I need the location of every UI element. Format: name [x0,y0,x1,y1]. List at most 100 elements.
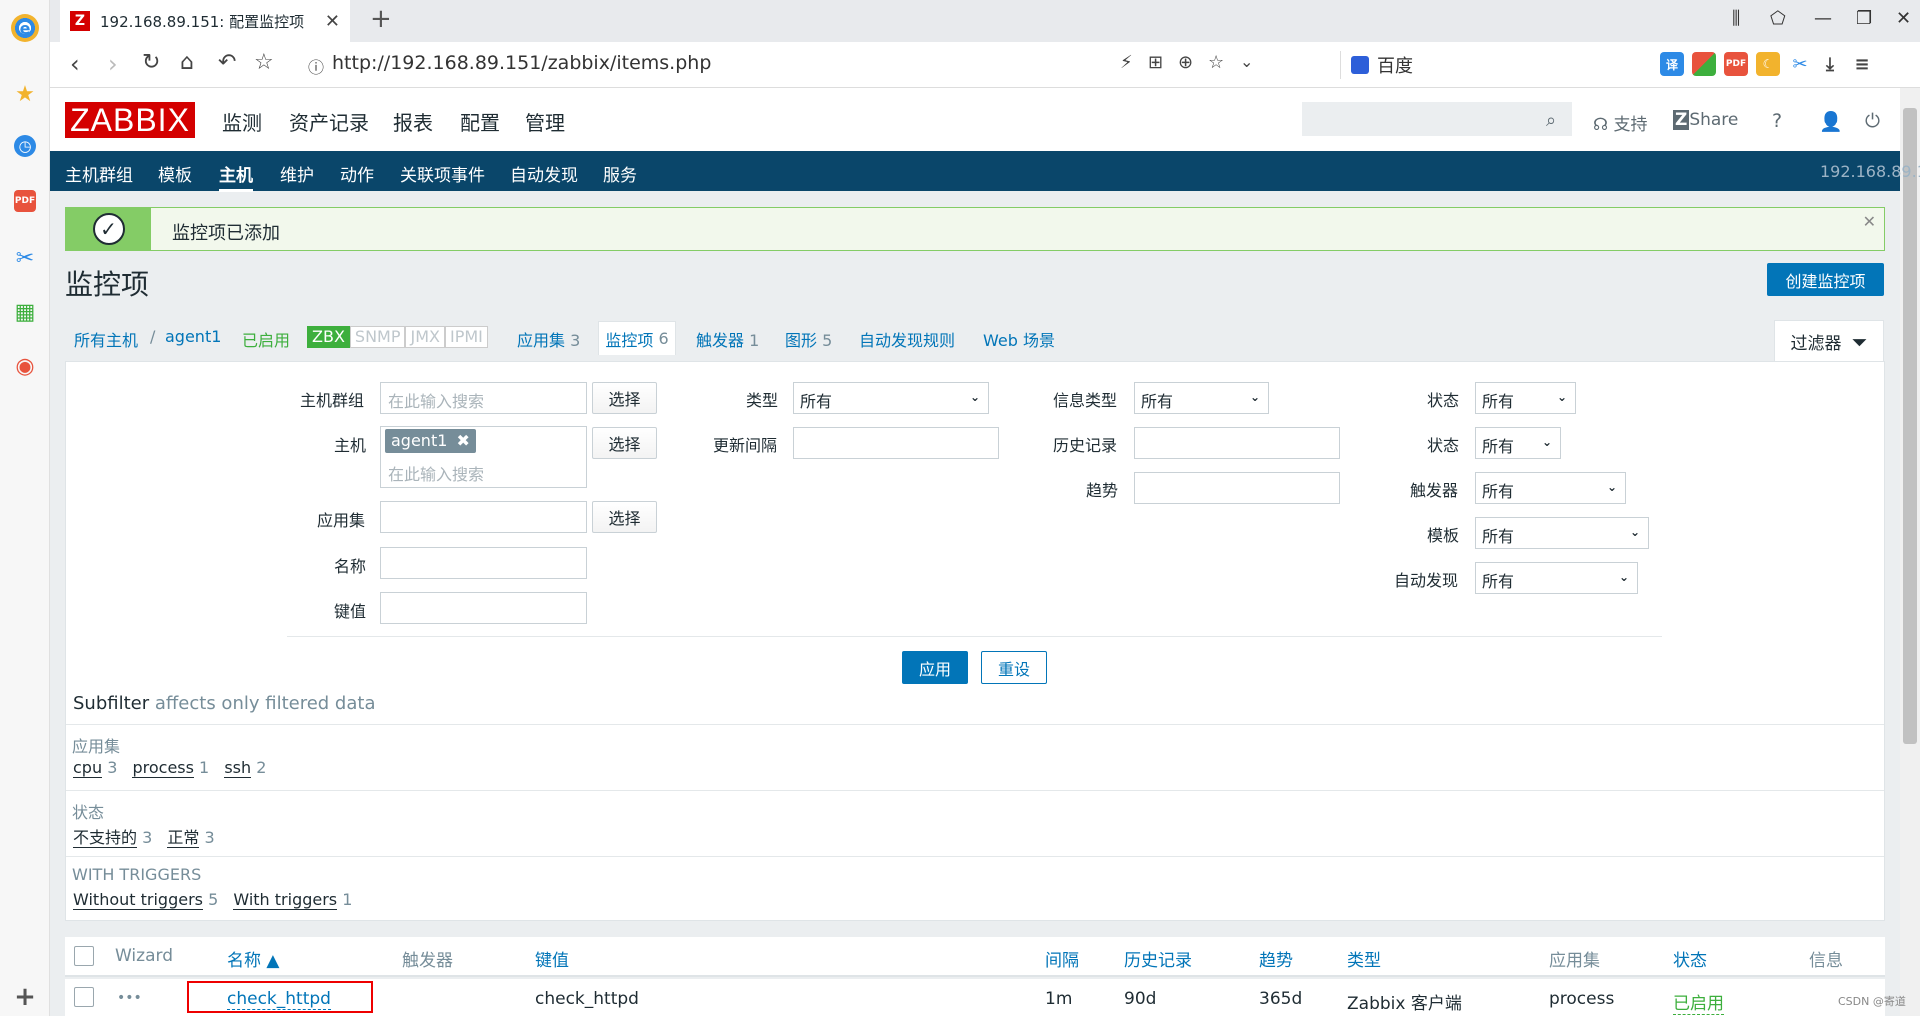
favorites-star-icon[interactable]: ★ [11,80,39,108]
skin-icon[interactable]: ⬠ [1770,8,1786,29]
filter-info-type-select[interactable]: 所有 ⌄ [1134,382,1269,414]
filter-interval-input[interactable] [793,427,999,459]
scissors-icon[interactable]: ✂ [1788,52,1812,76]
tools-icon[interactable]: ✂ [11,244,39,272]
header-history[interactable]: 历史记录 [1124,946,1192,971]
scrollbar-thumb[interactable] [1903,108,1917,744]
reading-mode-icon[interactable]: ⫼ [1732,8,1740,29]
browser-tab[interactable]: Z 192.168.89.151: 配置监控项 ✕ [60,0,350,42]
filter-application-select-button[interactable]: 选择 [592,501,657,533]
breadcrumb-all-hosts[interactable]: 所有主机 [74,327,138,351]
subnav-maintenance[interactable]: 维护 [280,161,314,186]
filter-history-input[interactable] [1134,427,1340,459]
subfilter-with-triggers[interactable]: With triggers [233,890,338,910]
browser-logo-icon[interactable]: e [11,14,39,42]
support-link[interactable]: ☊ 支持 [1593,110,1648,135]
menu-configuration[interactable]: 配置 [460,107,500,136]
forward-icon[interactable]: › [108,50,118,78]
history-clock-icon[interactable]: ◷ [14,135,36,157]
close-tab-icon[interactable]: ✕ [325,11,340,32]
header-status[interactable]: 状态 [1673,946,1707,971]
close-message-icon[interactable]: ✕ [1863,212,1876,231]
translate-icon[interactable]: 译 [1660,52,1684,76]
filter-discovery-select[interactable]: 所有 ⌄ [1475,562,1638,594]
night-mode-icon[interactable]: ☾ [1756,52,1780,76]
subnav-event-correlation[interactable]: 关联项事件 [400,161,485,186]
subnav-services[interactable]: 服务 [603,161,637,186]
lightning-icon[interactable]: ⚡ [1120,52,1133,73]
host-nav-discovery-rules[interactable]: 自动发现规则 [859,327,955,351]
zoom-icon[interactable]: ⊕ [1178,52,1193,73]
filter-trends-input[interactable] [1134,472,1340,504]
host-status-enabled[interactable]: 已启用 [242,327,290,351]
remove-tag-icon[interactable]: ✖ [457,431,470,450]
host-nav-applications[interactable]: 应用集 3 [517,327,580,351]
header-key[interactable]: 键值 [535,946,569,971]
minimize-icon[interactable]: — [1814,8,1832,29]
add-icon[interactable]: + [11,982,39,1012]
subnav-templates[interactable]: 模板 [158,161,192,186]
menu-reports[interactable]: 报表 [393,107,433,136]
pdf-tool-icon[interactable]: PDF [1724,52,1748,76]
subnav-hosts[interactable]: 主机 [219,161,253,192]
filter-application-input[interactable] [380,501,587,533]
search-icon[interactable]: ⌕ [1546,110,1556,131]
menu-monitoring[interactable]: 监测 [222,107,262,136]
pdf-icon[interactable]: PDF [14,190,36,212]
header-type[interactable]: 类型 [1347,946,1381,971]
download-icon[interactable]: ⤓ [1818,52,1842,76]
row-wizard-menu[interactable]: ••• [117,990,142,1006]
qrcode-icon[interactable]: ⊞ [1148,52,1163,73]
row-name-link[interactable]: check_httpd [227,989,331,1010]
home-icon[interactable]: ⌂ [180,50,194,75]
subfilter-app-cpu[interactable]: cpu [73,758,103,778]
breadcrumb-host[interactable]: agent1 [165,327,221,346]
subfilter-app-ssh[interactable]: ssh [224,758,252,778]
subfilter-state-unsupported[interactable]: 不支持的 [73,828,138,848]
menu-icon[interactable]: ≡ [1850,52,1874,76]
user-profile-icon[interactable]: 👤 [1819,110,1843,133]
back-icon[interactable]: ‹ [70,50,80,78]
filter-template-select[interactable]: 所有 ⌄ [1475,517,1649,549]
bookmark-star-icon[interactable]: ☆ [254,50,274,75]
zabbix-logo[interactable]: ZABBIX [65,102,195,138]
help-icon[interactable]: ? [1772,110,1782,132]
apps-grid-icon[interactable]: ▦ [11,298,39,326]
reload-icon[interactable]: ↻ [142,50,160,75]
undo-icon[interactable]: ↶ [218,50,236,75]
subfilter-without-triggers[interactable]: Without triggers [73,890,203,910]
filter-host-group-select-button[interactable]: 选择 [592,382,657,414]
header-name[interactable]: 名称 ▲ [227,946,279,971]
dropdown-chevron-icon[interactable]: ⌄ [1240,52,1253,71]
reset-button[interactable]: 重设 [981,651,1047,684]
header-trends[interactable]: 趋势 [1259,946,1293,971]
filter-name-input[interactable] [380,547,587,579]
menu-administration[interactable]: 管理 [525,107,565,136]
filter-type-select[interactable]: 所有 ⌄ [793,382,989,414]
host-nav-web-scenarios[interactable]: Web 场景 [983,327,1055,351]
host-nav-graphs[interactable]: 图形 5 [785,327,832,351]
weibo-icon[interactable]: ◉ [11,352,39,380]
filter-key-input[interactable] [380,592,587,624]
filter-status-select[interactable]: 所有 ⌄ [1475,427,1561,459]
row-status[interactable]: 已启用 [1673,989,1724,1015]
host-nav-triggers[interactable]: 触发器 1 [696,327,759,351]
menu-inventory[interactable]: 资产记录 [289,107,369,136]
url-input[interactable]: http://192.168.89.151/zabbix/items.php [332,52,711,74]
row-checkbox[interactable] [74,987,94,1007]
host-nav-items[interactable]: 监控项 6 [598,321,676,355]
global-search-input[interactable] [1302,102,1572,136]
subnav-discovery[interactable]: 自动发现 [510,161,578,186]
subnav-actions[interactable]: 动作 [340,161,374,186]
close-window-icon[interactable]: ✕ [1896,8,1911,29]
filter-triggers-select[interactable]: 所有 ⌄ [1475,472,1626,504]
new-tab-icon[interactable]: + [370,4,392,34]
apps-icon[interactable] [1692,52,1716,76]
apply-button[interactable]: 应用 [902,651,968,684]
site-info-icon[interactable]: ⓘ [308,54,324,78]
header-interval[interactable]: 间隔 [1045,946,1079,971]
subnav-host-groups[interactable]: 主机群组 [65,161,133,186]
logout-icon[interactable]: ⏻ [1865,110,1880,132]
share-link[interactable]: Z Share [1673,110,1738,130]
filter-host-group-input[interactable]: 在此输入搜索 [380,382,587,414]
